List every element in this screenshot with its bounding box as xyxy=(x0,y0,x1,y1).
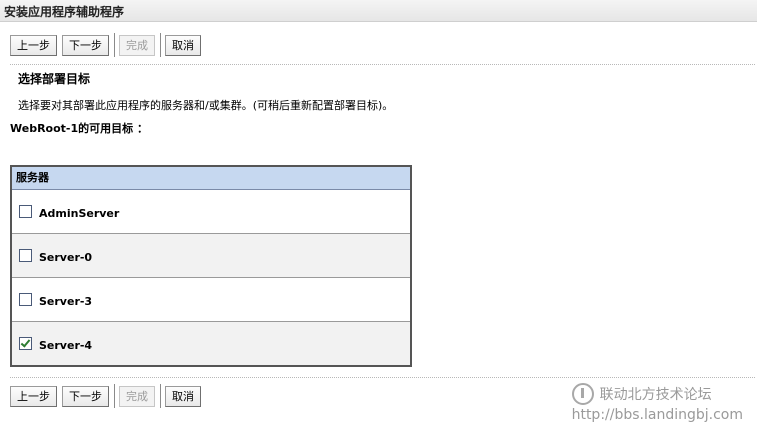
separator xyxy=(114,384,115,408)
server-label[interactable]: AdminServer xyxy=(39,207,119,220)
servers-table-header: 服务器 xyxy=(12,167,410,190)
cancel-button[interactable]: 取消 xyxy=(165,385,201,407)
watermark: 联动北方技术论坛 http://bbs.landingbj.com xyxy=(571,383,743,423)
bottom-button-bar: 上一步 下一步 完成 取消 xyxy=(10,384,206,408)
install-app-assistant-page: 安装应用程序辅助程序 上一步 下一步 完成 取消 选择部署目标 选择要对其部署此… xyxy=(0,0,757,440)
available-targets-label: WebRoot-1的可用目标 ： xyxy=(10,122,148,135)
servers-table: 服务器 AdminServer Server-0 Server-3 Server… xyxy=(10,165,412,367)
server-3-checkbox[interactable] xyxy=(19,293,32,306)
back-button[interactable]: 上一步 xyxy=(10,385,57,407)
forum-logo-icon xyxy=(571,383,594,405)
finish-button[interactable]: 完成 xyxy=(119,34,155,56)
separator xyxy=(160,384,161,408)
adminserver-checkbox[interactable] xyxy=(19,205,32,218)
table-row: Server-4 xyxy=(12,322,410,365)
window-titlebar: 安装应用程序辅助程序 xyxy=(0,0,757,22)
next-button[interactable]: 下一步 xyxy=(62,385,109,407)
window-title: 安装应用程序辅助程序 xyxy=(4,5,125,19)
server-label[interactable]: Server-4 xyxy=(39,339,92,352)
table-row: Server-3 xyxy=(12,278,410,322)
table-row: Server-0 xyxy=(12,234,410,278)
divider xyxy=(10,64,755,65)
table-row: AdminServer xyxy=(12,190,410,234)
watermark-site-name: 联动北方技术论坛 xyxy=(599,387,712,403)
section-description: 选择要对其部署此应用程序的服务器和/或集群。(可稍后重新配置部署目标)。 xyxy=(18,99,394,112)
server-label[interactable]: Server-3 xyxy=(39,295,92,308)
separator xyxy=(160,33,161,57)
finish-button[interactable]: 完成 xyxy=(119,385,155,407)
next-button[interactable]: 下一步 xyxy=(62,34,109,56)
server-label[interactable]: Server-0 xyxy=(39,251,92,264)
top-button-bar: 上一步 下一步 完成 取消 xyxy=(10,33,206,57)
back-button[interactable]: 上一步 xyxy=(10,34,57,56)
separator xyxy=(114,33,115,57)
cancel-button[interactable]: 取消 xyxy=(165,34,201,56)
server-0-checkbox[interactable] xyxy=(19,249,32,262)
section-heading: 选择部署目标 xyxy=(18,72,91,86)
watermark-url: http://bbs.landingbj.com xyxy=(571,407,743,423)
divider xyxy=(10,377,755,378)
server-4-checkbox[interactable] xyxy=(19,337,32,350)
